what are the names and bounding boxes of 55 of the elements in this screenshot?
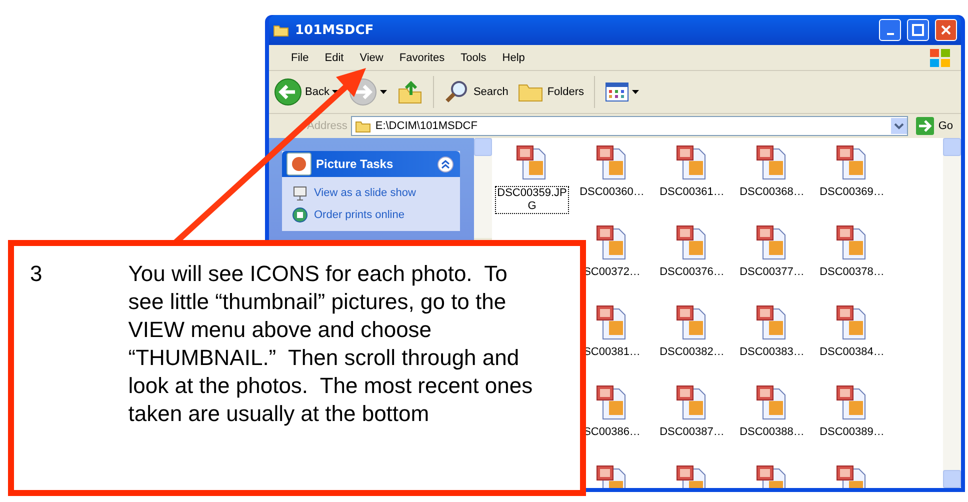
file-name[interactable]: DSC00382…: [658, 346, 726, 359]
address-field[interactable]: E:\DCIM\101MSDCF: [351, 116, 908, 136]
menu-item[interactable]: Tools: [452, 52, 494, 64]
file-name[interactable]: DSC00369…: [818, 186, 886, 199]
scrollbar[interactable]: [474, 138, 492, 238]
menu-item[interactable]: View: [352, 52, 392, 64]
go-button[interactable]: Go: [912, 117, 957, 135]
menu-item[interactable]: Edit: [316, 52, 352, 64]
file-name[interactable]: DSC00383…: [738, 346, 806, 359]
instruction-text: You will see ICONS for each photo. To see little “thumbnail” pictures, go to the VIEW menu above and choose “THUMBNAIL.” Then scroll through and look at the photos. The most recent ones taken are usually at the bottom: [128, 260, 534, 428]
scrollbar[interactable]: [943, 138, 961, 488]
file-name[interactable]: SC00386…: [582, 426, 642, 439]
address-label: Address: [307, 120, 348, 132]
folders-button[interactable]: Folders: [515, 79, 588, 105]
file-name[interactable]: DSC00376…: [658, 266, 726, 279]
minimize-icon: [886, 33, 894, 35]
projector-screen-icon: [292, 185, 308, 201]
picture-icon: [286, 152, 312, 176]
file-name[interactable]: DSC00361…: [658, 186, 726, 199]
task-link[interactable]: Order prints online: [292, 207, 450, 223]
maximize-button[interactable]: [907, 19, 929, 41]
file-name[interactable]: DSC00368…: [738, 186, 806, 199]
folder-icon: [273, 24, 289, 36]
window-title: 101MSDCF: [295, 22, 375, 38]
go-arrow-icon: [916, 117, 934, 135]
step-number: 3: [30, 260, 42, 288]
file-name[interactable]: DSC00360…: [578, 186, 646, 199]
caret-icon: [380, 90, 388, 94]
file-name[interactable]: DSC00377…: [738, 266, 806, 279]
windows-logo-icon: [929, 48, 951, 68]
back-button[interactable]: Back: [271, 76, 342, 108]
caret-icon: [332, 90, 340, 94]
minimize-button[interactable]: [879, 19, 901, 41]
folder-icon: [355, 120, 372, 132]
menu-item[interactable]: Help: [494, 52, 533, 64]
file-name[interactable]: DSC00387…: [658, 426, 726, 439]
close-button[interactable]: [935, 19, 957, 41]
maximize-icon: [912, 24, 924, 36]
panel-header[interactable]: Picture Tasks: [282, 151, 460, 177]
search-button[interactable]: Search: [441, 77, 512, 107]
file-name[interactable]: DSC00388…: [738, 426, 806, 439]
file-name[interactable]: SC00381…: [582, 346, 642, 359]
views-icon: [605, 82, 630, 102]
file-name[interactable]: DSC00359.JPG: [495, 186, 569, 214]
menu-item[interactable]: File: [283, 52, 317, 64]
menu-item[interactable]: Favorites: [391, 52, 453, 64]
file-name[interactable]: DSC00384…: [818, 346, 886, 359]
panel-title: Picture Tasks: [316, 157, 394, 171]
file-name[interactable]: DSC00378…: [818, 266, 886, 279]
caret-icon: [632, 90, 640, 94]
task-link[interactable]: View as a slide show: [292, 185, 450, 201]
file-name[interactable]: DSC00389…: [818, 426, 886, 439]
collapse-icon[interactable]: [437, 156, 454, 172]
close-icon: [940, 24, 952, 36]
folder-up-icon: [397, 79, 424, 105]
